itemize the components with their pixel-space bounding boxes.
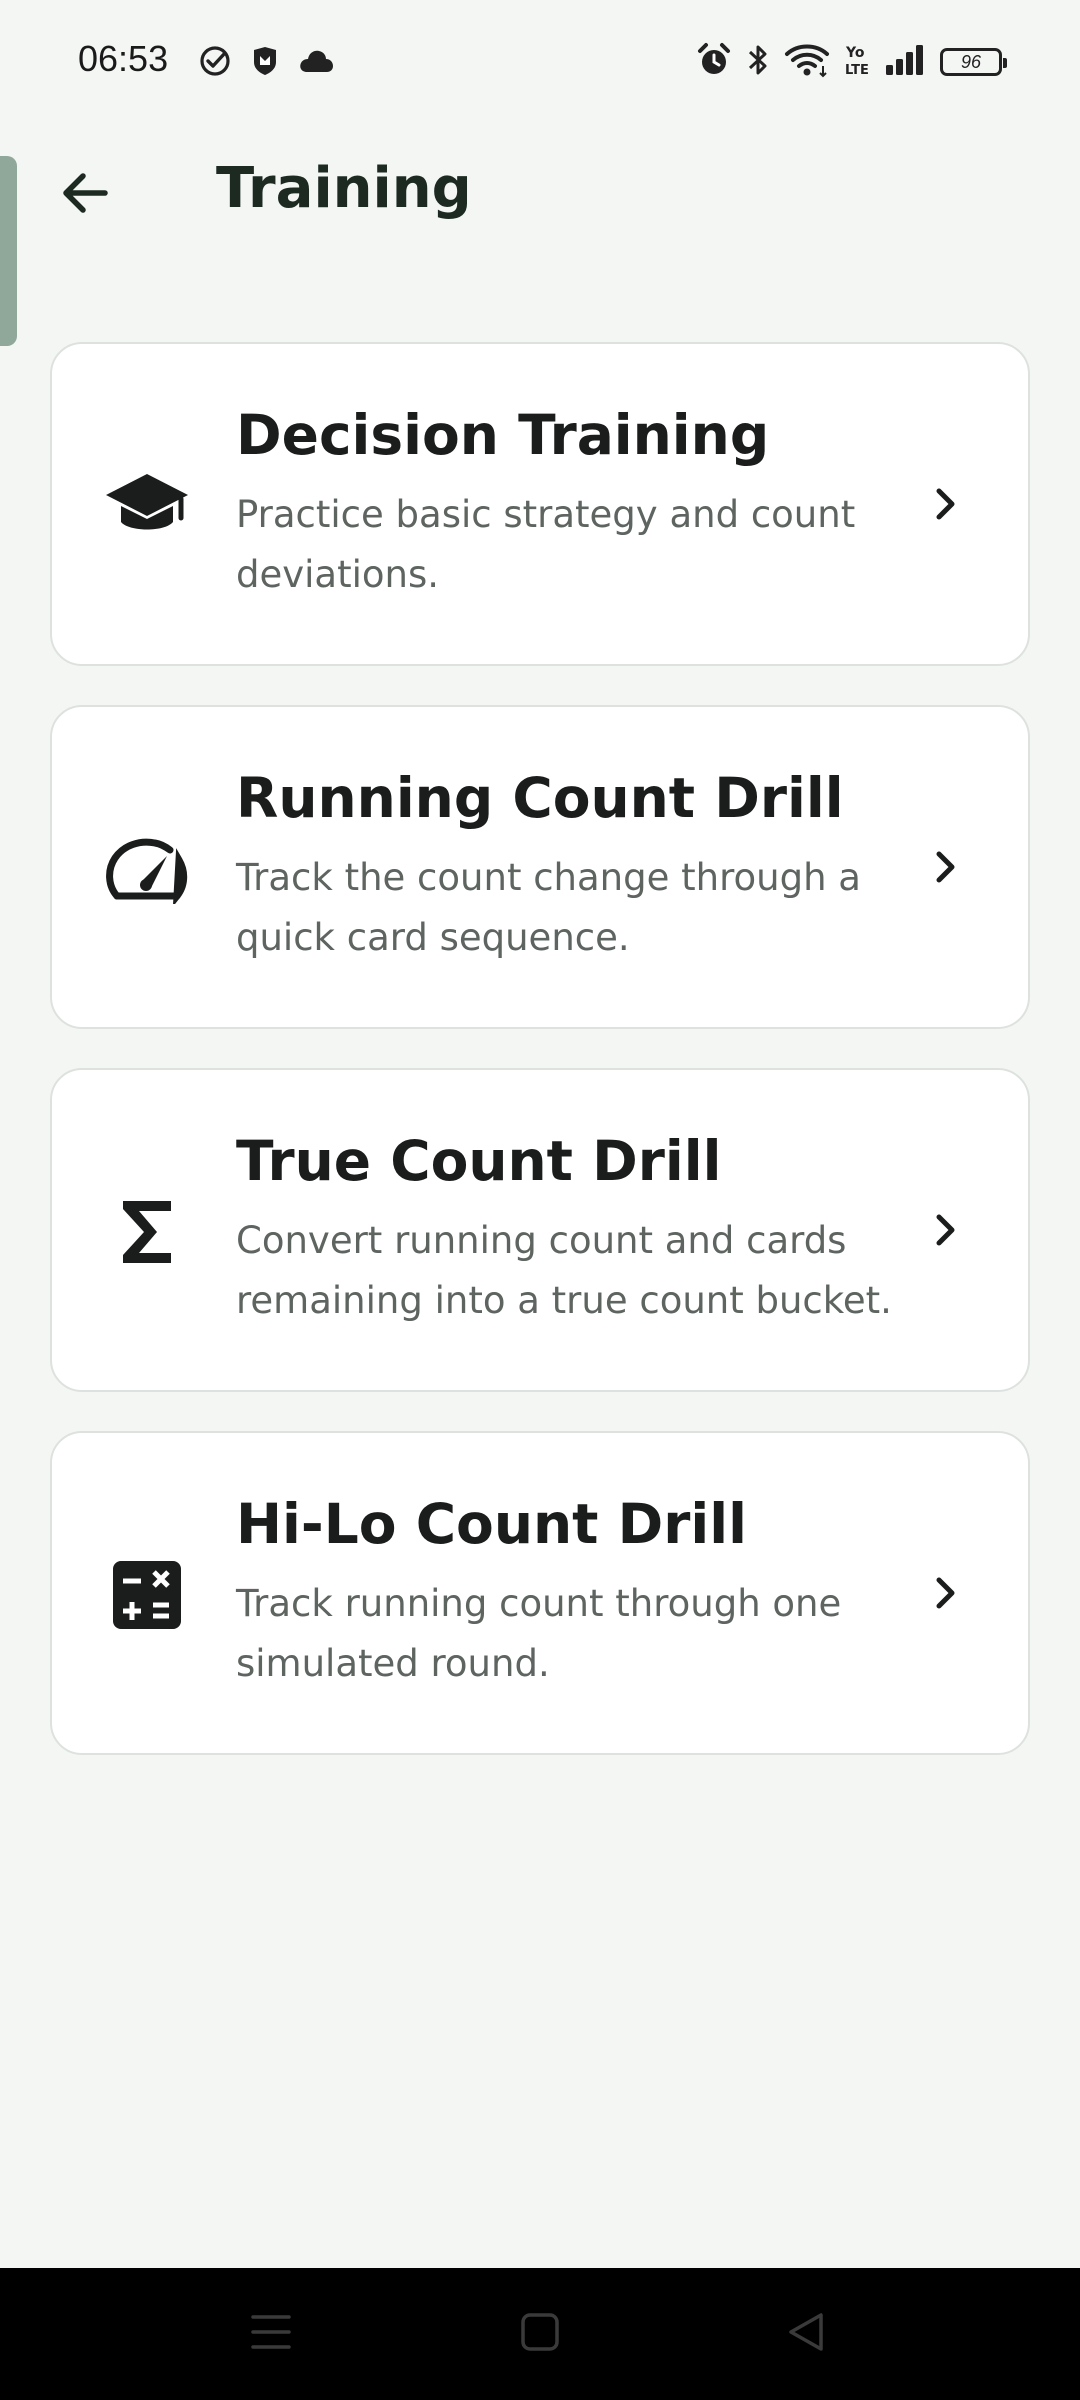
card-text: True Count Drill Convert running count a…: [236, 1129, 926, 1331]
menu-icon: [250, 2312, 292, 2356]
cloud-icon: [298, 48, 334, 78]
card-text: Running Count Drill Track the count chan…: [236, 766, 926, 968]
page-title: Training: [216, 156, 472, 221]
hi-lo-count-drill-card[interactable]: Hi-Lo Count Drill Track running count th…: [50, 1431, 1030, 1755]
card-text: Hi-Lo Count Drill Track running count th…: [236, 1492, 926, 1694]
svg-text:Yo: Yo: [845, 45, 865, 61]
card-description: Practice basic strategy and count deviat…: [236, 493, 856, 597]
training-screen: 06:53 Yo LTE 96 Training Decision Traini…: [0, 0, 1080, 2400]
status-system-icons: Yo LTE 96: [696, 42, 1007, 82]
recent-apps-button[interactable]: [231, 2298, 311, 2370]
signal-icon: [884, 43, 926, 81]
graduation-cap-icon: [97, 456, 197, 556]
sigma-icon: [97, 1182, 197, 1282]
chevron-right-icon: [917, 1202, 973, 1258]
chevron-right-icon: [917, 476, 973, 532]
status-notification-icons: [198, 44, 334, 82]
chevron-right-icon: [917, 1565, 973, 1621]
system-navigation-bar: [0, 2268, 1080, 2400]
app-bar: Training: [0, 140, 1080, 250]
system-back-button[interactable]: [766, 2298, 846, 2370]
alarm-icon: [696, 42, 732, 82]
true-count-drill-card[interactable]: True Count Drill Convert running count a…: [50, 1068, 1030, 1392]
home-button[interactable]: [500, 2298, 580, 2370]
card-title: Decision Training: [236, 403, 770, 467]
svg-text:LTE: LTE: [845, 63, 869, 78]
card-description: Track running count through one simulate…: [236, 1582, 842, 1686]
running-count-drill-card[interactable]: Running Count Drill Track the count chan…: [50, 705, 1030, 1029]
home-square-icon: [520, 2312, 560, 2356]
training-options-list: Decision Training Practice basic strateg…: [50, 342, 1030, 1794]
card-text: Decision Training Practice basic strateg…: [236, 403, 926, 605]
arrow-left-icon: [57, 165, 113, 225]
battery-icon: 96: [940, 48, 1007, 76]
card-description: Track the count change through a quick c…: [236, 856, 861, 960]
card-description: Convert running count and cards remainin…: [236, 1219, 892, 1323]
status-bar: 06:53 Yo LTE 96: [0, 0, 1080, 124]
card-title: Running Count Drill: [236, 766, 844, 830]
back-button[interactable]: [44, 154, 126, 236]
battery-level: 96: [960, 51, 982, 72]
calculator-icon: [97, 1545, 197, 1645]
bluetooth-icon: [746, 42, 770, 82]
card-title: Hi-Lo Count Drill: [236, 1492, 747, 1556]
card-title: True Count Drill: [236, 1129, 722, 1193]
chevron-right-icon: [917, 839, 973, 895]
status-time: 06:53: [78, 38, 169, 79]
volte-icon: Yo LTE: [844, 42, 870, 82]
back-triangle-icon: [786, 2311, 826, 2357]
decision-training-card[interactable]: Decision Training Practice basic strateg…: [50, 342, 1030, 666]
wifi-icon: [784, 42, 830, 82]
speedometer-icon: [97, 819, 197, 919]
shield-icon: [250, 45, 280, 81]
check-circle-icon: [198, 44, 232, 82]
